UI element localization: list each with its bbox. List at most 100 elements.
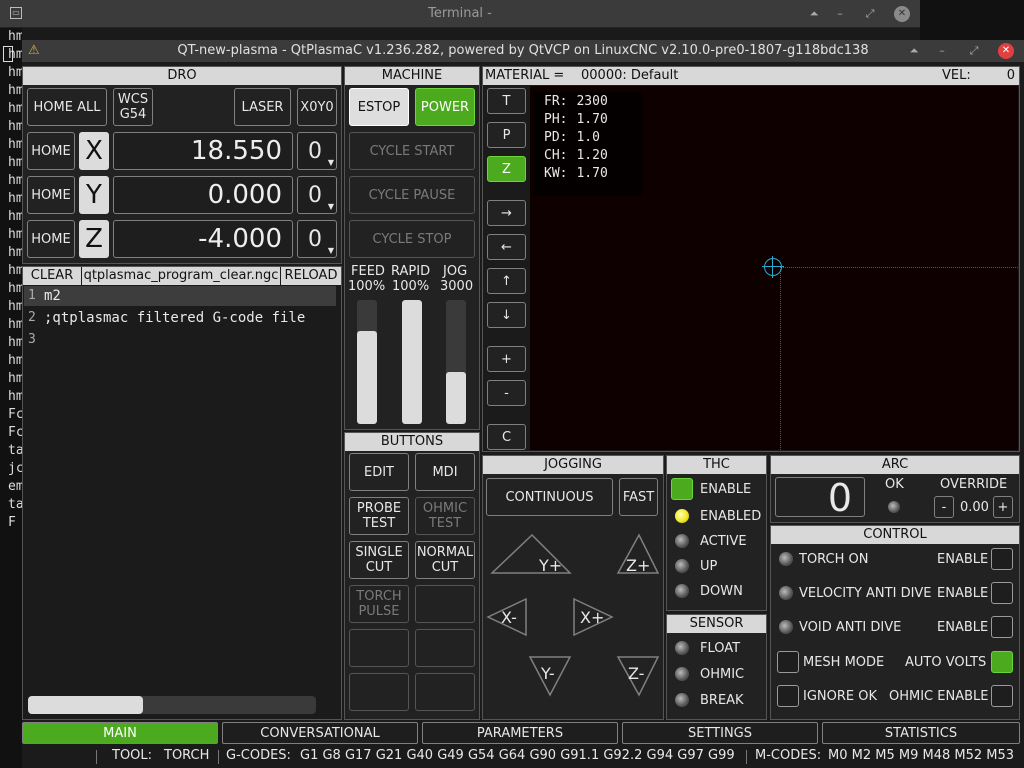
torch-enable-checkbox[interactable]	[991, 548, 1013, 570]
user-button-empty[interactable]	[415, 673, 475, 711]
y-offset-dropdown[interactable]: 0 ▼	[297, 176, 337, 214]
user-button-empty[interactable]	[415, 585, 475, 623]
pan-right-button[interactable]: →	[487, 200, 526, 226]
gcode-line	[24, 286, 336, 306]
x-offset-value: 0	[308, 138, 322, 164]
cycle-start-button[interactable]: CYCLE START	[349, 132, 475, 170]
thc-active-label: ACTIVE	[700, 534, 747, 549]
pan-down-button[interactable]: ↓	[487, 302, 526, 328]
tab-main[interactable]: MAIN	[22, 722, 218, 744]
torch-pulse-button[interactable]: TORCH PULSE	[349, 585, 409, 623]
torch-on-label: TORCH ON	[799, 552, 869, 567]
gcode-scroll-thumb[interactable]	[28, 696, 144, 714]
gcode-clear-button[interactable]: CLEAR	[23, 267, 81, 285]
jog-label: JOG	[443, 264, 468, 279]
window-shade-icon[interactable]: ⏶	[906, 43, 922, 59]
cut-param-row: FR: 2300	[544, 94, 608, 109]
user-button-empty[interactable]	[349, 629, 409, 667]
override-minus-button[interactable]: -	[934, 496, 954, 518]
cycle-pause-button[interactable]: CYCLE PAUSE	[349, 176, 475, 214]
tool-value: TORCH	[164, 748, 210, 763]
user-button-empty[interactable]	[349, 673, 409, 711]
pan-up-button[interactable]: ↑	[487, 268, 526, 294]
gcode-editor[interactable]: 1 m2 2 ;qtplasmac filtered G-code file 3	[24, 286, 340, 686]
ohmic-enable-checkbox[interactable]	[991, 685, 1013, 707]
cycle-stop-button[interactable]: CYCLE STOP	[349, 220, 475, 258]
void-anti-dive-label: VOID ANTI DIVE	[799, 620, 902, 635]
wcs-button[interactable]: WCS G54	[113, 88, 153, 126]
mesh-mode-label: MESH MODE	[803, 655, 885, 670]
window-maximize-icon[interactable]: ⤢	[966, 43, 982, 59]
view-perspective-button[interactable]: P	[487, 122, 526, 148]
gcode-reload-button[interactable]: RELOAD	[281, 267, 341, 285]
tab-statistics[interactable]: STATISTICS	[822, 722, 1020, 744]
terminal-line: hm	[8, 83, 22, 98]
mdi-button[interactable]: MDI	[415, 453, 475, 491]
tab-settings[interactable]: SETTINGS	[622, 722, 818, 744]
gcodes-label: G-CODES:	[226, 748, 291, 763]
edit-button[interactable]: EDIT	[349, 453, 409, 491]
x-offset-dropdown[interactable]: 0 ▼	[297, 132, 337, 170]
rapid-override-slider[interactable]	[402, 300, 422, 424]
zoom-in-button[interactable]: +	[487, 346, 526, 372]
terminal-minimize-icon[interactable]: –	[832, 6, 848, 22]
ignore-ok-checkbox[interactable]	[777, 685, 799, 707]
cut-param-row: PD: 1.0	[544, 130, 600, 145]
feed-label: FEED	[351, 264, 385, 279]
estop-button[interactable]: ESTOP	[349, 88, 409, 126]
jog-mode-button[interactable]: CONTINUOUS	[486, 478, 613, 516]
view-top-button[interactable]: T	[487, 88, 526, 114]
auto-volts-checkbox[interactable]	[991, 651, 1013, 673]
jog-speed-slider[interactable]	[446, 300, 466, 424]
chevron-down-icon: ▼	[327, 158, 334, 167]
home-y-button[interactable]: HOME	[27, 176, 75, 214]
feed-override-slider[interactable]	[357, 300, 377, 424]
gcode-line-text: m2	[44, 288, 61, 304]
home-all-button[interactable]: HOME ALL	[27, 88, 107, 126]
terminal-line: hm	[8, 29, 22, 44]
window-minimize-icon[interactable]: –	[934, 43, 950, 59]
normal-cut-button[interactable]: NORMAL CUT	[415, 541, 475, 579]
terminal-line: em	[8, 479, 22, 494]
terminal-close-icon[interactable]: ✕	[894, 6, 910, 22]
clear-live-plot-button[interactable]: C	[487, 424, 526, 450]
home-z-button[interactable]: HOME	[27, 220, 75, 258]
chevron-down-icon: ▼	[327, 246, 334, 255]
arc-ok-led	[888, 501, 900, 513]
void-anti-dive-checkbox[interactable]	[991, 616, 1013, 638]
terminal-line: hm	[8, 191, 22, 206]
terminal-line: hm	[8, 371, 22, 386]
terminal-line: hm	[8, 155, 22, 170]
override-plus-button[interactable]: +	[993, 496, 1013, 518]
probe-test-button[interactable]: PROBE TEST	[349, 497, 409, 535]
x0y0-button[interactable]: X0Y0	[297, 88, 337, 126]
gcode-hscrollbar[interactable]	[28, 696, 316, 714]
jog-fast-button[interactable]: FAST	[619, 478, 658, 516]
thc-enable-checkbox[interactable]	[671, 478, 693, 500]
z-offset-dropdown[interactable]: 0 ▼	[297, 220, 337, 258]
mesh-mode-checkbox[interactable]	[777, 651, 799, 673]
laser-button[interactable]: LASER	[234, 88, 291, 126]
velocity-anti-dive-checkbox[interactable]	[991, 582, 1013, 604]
terminal-line: hm	[8, 263, 22, 278]
cut-param-key: PD:	[544, 130, 568, 145]
zoom-out-button[interactable]: -	[487, 380, 526, 406]
terminal-line: Fc	[8, 425, 22, 440]
power-button[interactable]: POWER	[415, 88, 475, 126]
home-x-button[interactable]: HOME	[27, 132, 75, 170]
terminal-shade-icon[interactable]: ⏶	[806, 6, 822, 22]
ohmic-enable-label: OHMIC ENABLE	[889, 689, 989, 704]
user-button-empty[interactable]	[415, 629, 475, 667]
ohmic-test-button[interactable]: OHMIC TEST	[415, 497, 475, 535]
tab-parameters[interactable]: PARAMETERS	[422, 722, 618, 744]
crosshair-vertical	[780, 267, 781, 450]
thc-up-label: UP	[700, 559, 718, 574]
cut-param-row: CH: 1.20	[544, 148, 608, 163]
window-close-icon[interactable]: ✕	[998, 43, 1014, 59]
tab-conversational[interactable]: CONVERSATIONAL	[222, 722, 418, 744]
pan-left-button[interactable]: ←	[487, 234, 526, 260]
terminal-maximize-icon[interactable]: ⤢	[862, 6, 878, 22]
single-cut-button[interactable]: SINGLE CUT	[349, 541, 409, 579]
view-z-button[interactable]: Z	[487, 156, 526, 182]
crosshair-horizontal	[780, 267, 1018, 268]
